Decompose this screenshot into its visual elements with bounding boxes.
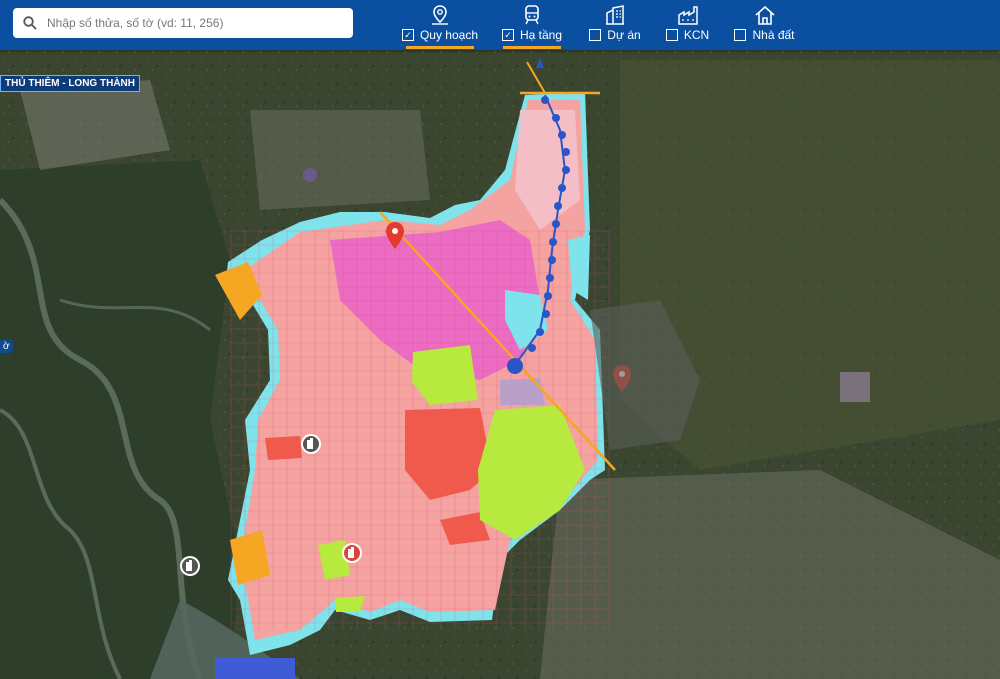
layer-nha-dat[interactable]: Nhà đất bbox=[727, 0, 802, 50]
map-edge-label: ờ bbox=[0, 340, 13, 353]
project-icon[interactable] bbox=[301, 434, 321, 454]
layer-kcn[interactable]: KCN bbox=[660, 0, 715, 50]
search-input[interactable] bbox=[45, 15, 329, 31]
train-icon bbox=[525, 5, 539, 25]
checkbox-quy-hoach[interactable]: ✓ bbox=[401, 29, 414, 41]
layer-label: Quy hoạch bbox=[419, 28, 479, 42]
factory-icon bbox=[677, 6, 698, 25]
project-icon[interactable] bbox=[342, 543, 362, 563]
search-icon bbox=[23, 16, 37, 30]
checkbox-du-an[interactable] bbox=[589, 29, 602, 41]
layer-quy-hoach[interactable]: ✓ Quy hoạch bbox=[400, 0, 480, 50]
active-indicator bbox=[406, 46, 474, 49]
project-icon[interactable] bbox=[180, 556, 200, 576]
purple-zone bbox=[840, 372, 870, 402]
purple-poi[interactable] bbox=[303, 168, 317, 182]
layer-ha-tang[interactable]: ✓ Hạ tầng bbox=[497, 0, 567, 50]
layer-label: Hạ tầng bbox=[519, 28, 563, 42]
building-icon bbox=[606, 5, 624, 25]
active-indicator bbox=[503, 46, 561, 49]
urban-north bbox=[250, 110, 430, 210]
layer-du-an[interactable]: Dự án bbox=[585, 0, 645, 50]
top-toolbar: ✓ Quy hoạch ✓ Hạ tầng Dự án KCN Nhà đất bbox=[0, 0, 1000, 50]
grey-zone bbox=[500, 378, 545, 405]
satellite-map[interactable] bbox=[0, 50, 1000, 679]
water-block bbox=[215, 658, 295, 679]
layer-label: KCN bbox=[683, 28, 710, 42]
green-zone bbox=[335, 596, 365, 612]
layer-label: Dự án bbox=[607, 28, 641, 42]
industrial-zone bbox=[265, 436, 302, 460]
home-icon bbox=[754, 5, 775, 25]
search-box[interactable] bbox=[13, 8, 353, 38]
checkbox-kcn[interactable] bbox=[665, 29, 678, 41]
checkbox-nha-dat[interactable] bbox=[734, 29, 747, 41]
map-pin-icon bbox=[432, 5, 448, 25]
route-label: THỦ THIÊM - LONG THÀNH bbox=[0, 75, 140, 92]
checkbox-ha-tang[interactable]: ✓ bbox=[501, 29, 514, 41]
layer-label: Nhà đất bbox=[752, 28, 795, 42]
